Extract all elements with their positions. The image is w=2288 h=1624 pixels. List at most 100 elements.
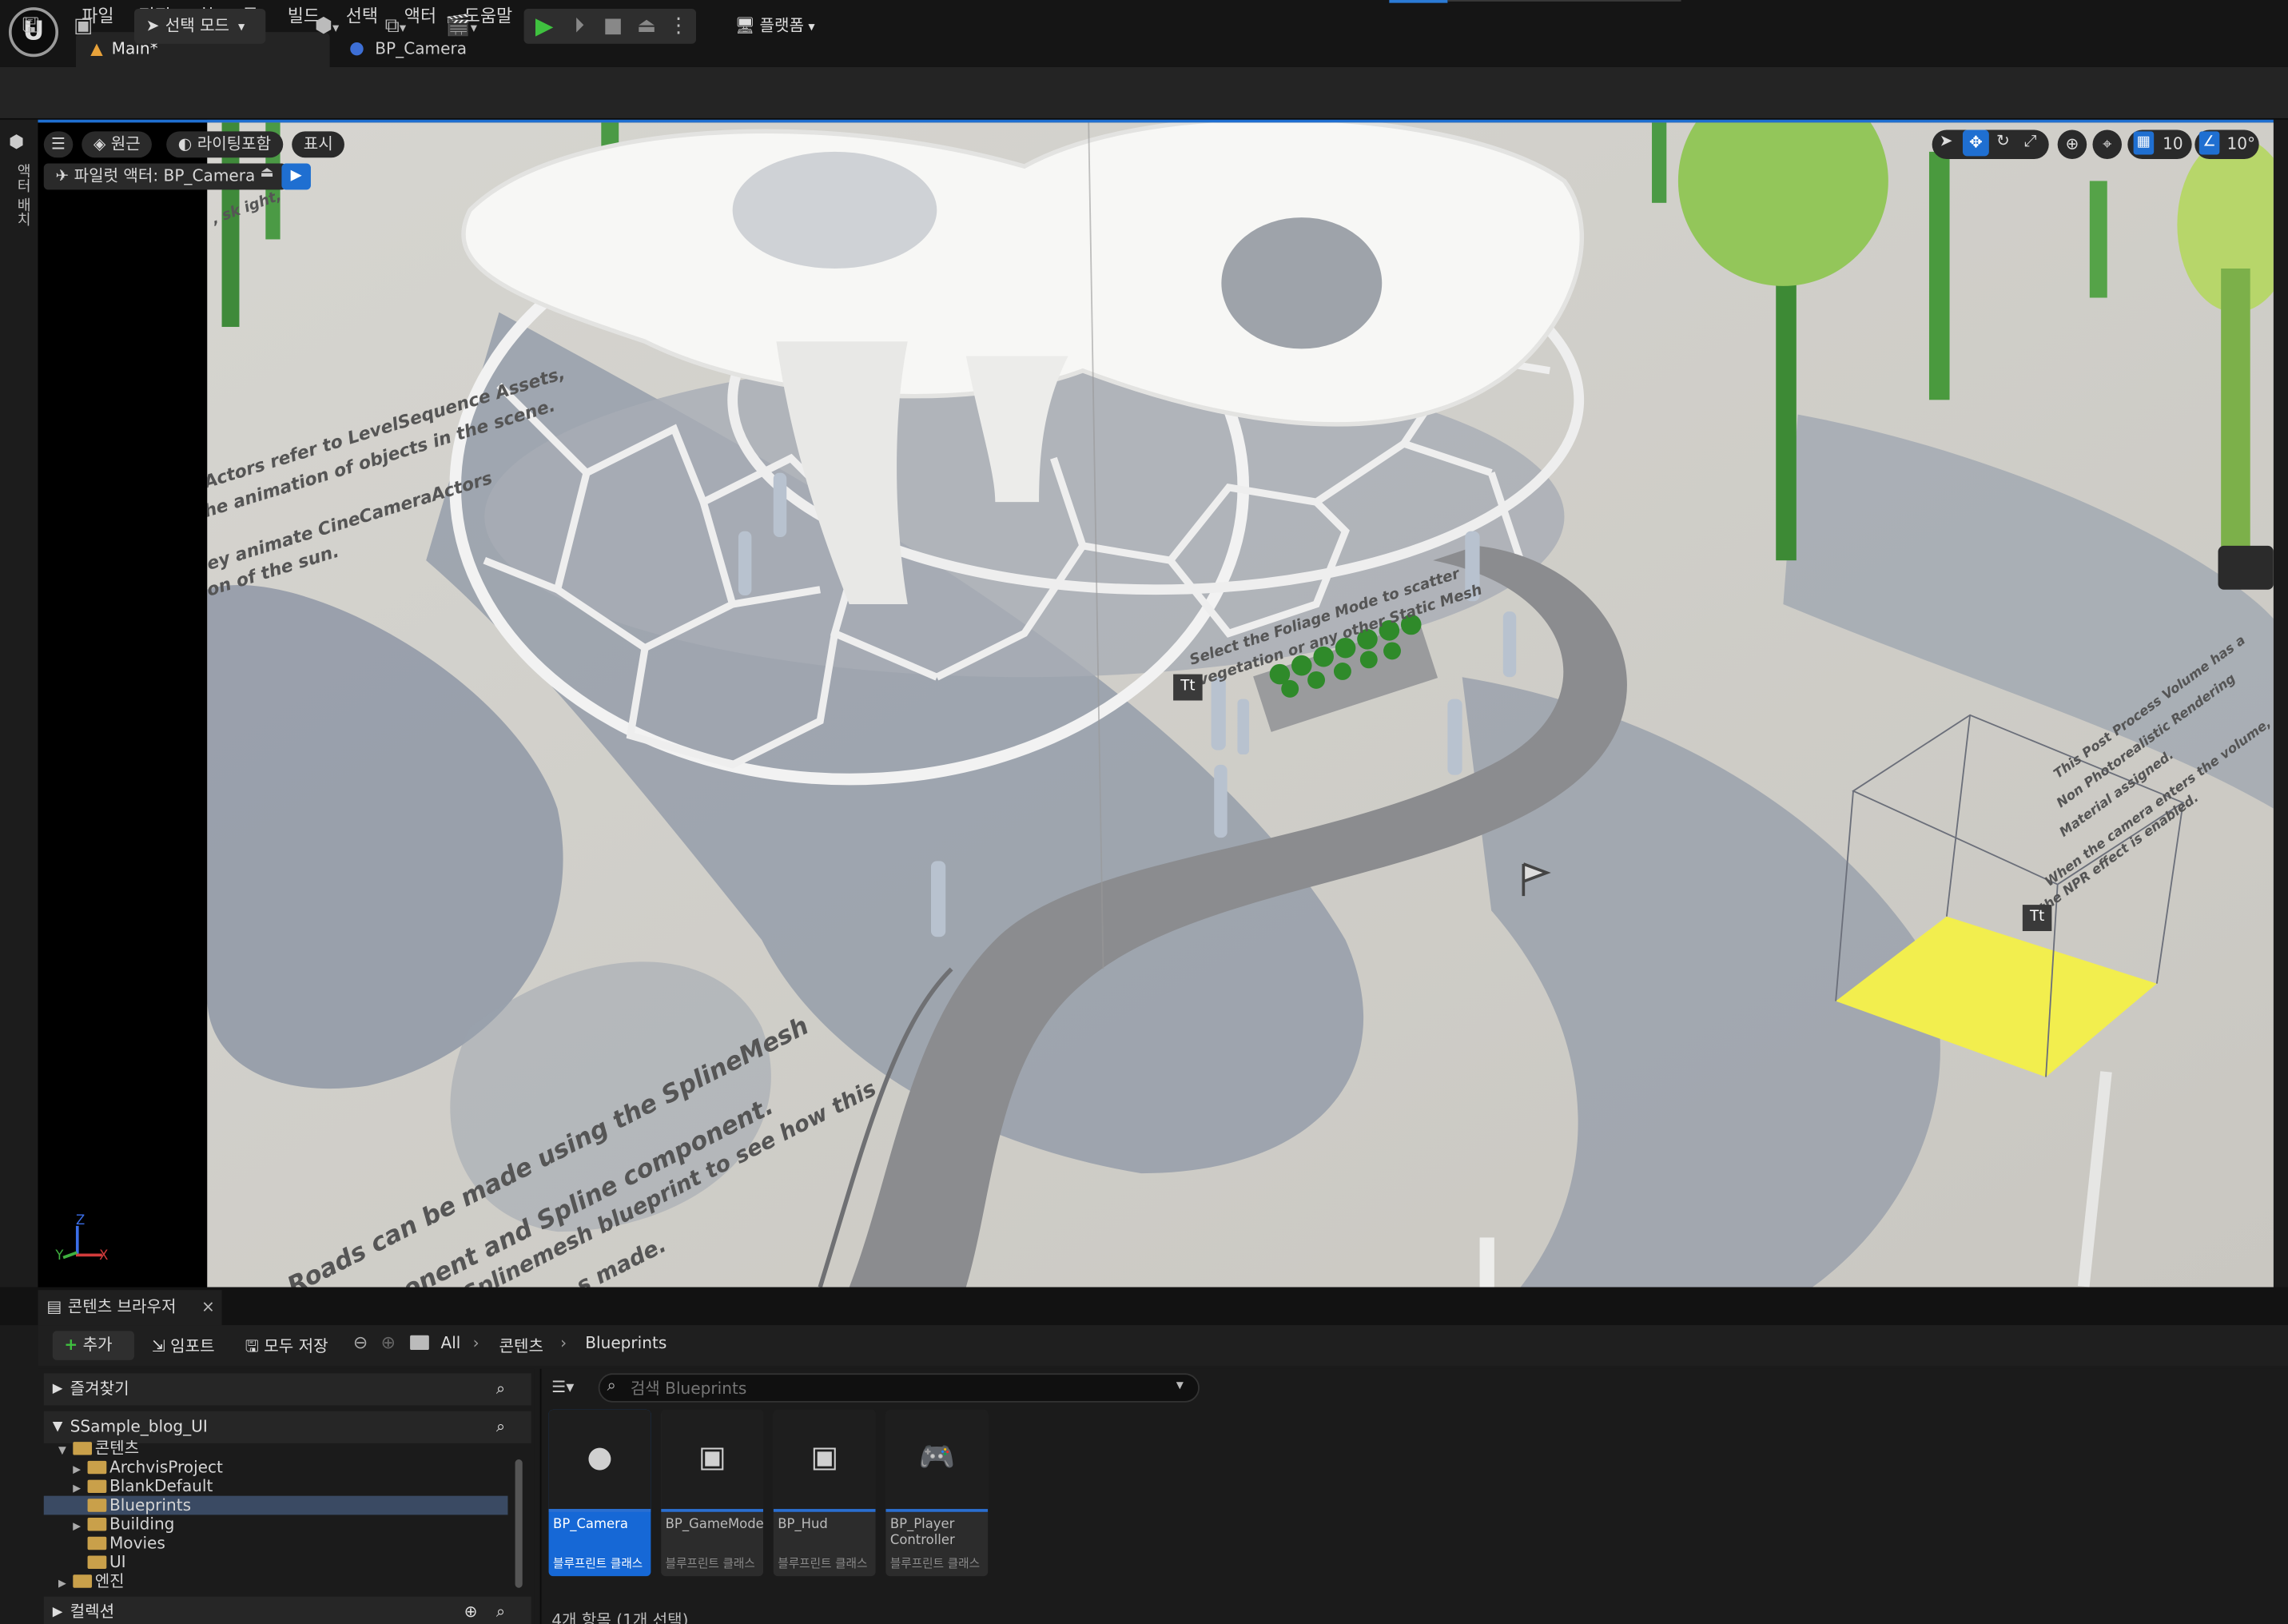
move-tool-icon[interactable]: ✥	[1962, 129, 1989, 157]
filter-icon[interactable]: ☰▾	[551, 1378, 574, 1397]
plus-icon: +	[64, 1335, 78, 1355]
asset-name: BP_GameMode	[665, 1518, 763, 1533]
save-all-icon: 🖫	[245, 1336, 265, 1356]
asset-tile[interactable]: ● BP_Camera 블루프린트 클래스	[548, 1409, 651, 1577]
surface-snap-icon[interactable]: ⌖	[2092, 129, 2123, 160]
y-axis-label: Y	[55, 1249, 64, 1264]
tree-folder[interactable]: ▶ BlankDefault	[44, 1477, 508, 1496]
expand-arrow-icon: ▶	[52, 1605, 63, 1620]
play-icon[interactable]: ▶	[528, 9, 560, 44]
add-collection-icon[interactable]: ⊕	[464, 1597, 478, 1624]
camera-sphere-icon: ●	[587, 1439, 613, 1475]
rotate-tool-icon[interactable]: ↻	[1996, 131, 2010, 150]
tree-folder[interactable]: UI	[44, 1553, 508, 1572]
viewport-right-edge	[2273, 119, 2288, 1288]
asset-tile[interactable]: ▣ BP_GameMode 블루프린트 클래스	[661, 1409, 763, 1577]
tree-folder[interactable]: ▼ 콘텐츠	[44, 1439, 508, 1458]
platform-icon: 🖥	[734, 16, 756, 35]
tree-folder-label: 콘텐츠	[94, 1439, 140, 1459]
breadcrumb-content[interactable]: 콘텐츠	[499, 1334, 543, 1357]
blueprint-menu-icon[interactable]: ⧉▾	[369, 9, 422, 44]
x-axis-label: X	[99, 1249, 109, 1264]
item-count-status: 4개 항목 (1개 선택)	[551, 1610, 689, 1624]
main-toolbar	[0, 66, 2288, 120]
asset-type: 블루프린트 클래스	[665, 1557, 755, 1570]
asset-name: BP_Hud	[778, 1518, 828, 1533]
cursor-icon: ➤	[145, 16, 160, 35]
forward-icon[interactable]: ⊕	[381, 1332, 396, 1353]
cinematics-icon[interactable]: 🎬▾	[435, 9, 487, 44]
level-viewport[interactable]: Actors refer to LevelSequence Assets, he…	[207, 122, 2274, 1288]
tree-folder[interactable]: ▶ ArchvisProject	[44, 1458, 508, 1477]
import-button[interactable]: ⇲ 임포트	[152, 1334, 215, 1357]
browse-icon[interactable]: ▣	[67, 9, 99, 44]
folder-icon	[87, 1536, 107, 1550]
text-render-icon[interactable]: Tt	[1173, 674, 1203, 701]
camera-preview-icon[interactable]: ▶	[281, 163, 311, 190]
grid-snap-icon: ▦	[2133, 131, 2155, 155]
search-icon[interactable]: ⌕	[496, 1373, 505, 1405]
hud-icon: ▣	[810, 1439, 838, 1475]
tree-folder[interactable]: ▶ Building	[44, 1515, 508, 1534]
back-icon[interactable]: ⊖	[353, 1332, 368, 1353]
rotation-snap-icon: ∠	[2198, 131, 2220, 155]
window-accent-bar	[1389, 0, 1448, 3]
lighting-button[interactable]: ◐ 라이팅포함	[166, 131, 283, 158]
tree-folder[interactable]: ▶ 엔진	[44, 1572, 508, 1591]
asset-tile[interactable]: 🎮 BP_Player Controller 블루프린트 클래스	[885, 1409, 989, 1577]
chevron-down-icon[interactable]: ▾	[1176, 1378, 1184, 1394]
tree-folder[interactable]: Blueprints	[43, 1495, 508, 1515]
folder-icon	[87, 1555, 107, 1569]
platform-dropdown[interactable]: 🖥 플랫폼 ▾	[724, 9, 826, 44]
step-icon[interactable]: ⏵	[563, 9, 595, 44]
selection-mode-dropdown[interactable]: ➤ 선택 모드 ▾	[133, 8, 266, 44]
eject-icon[interactable]: ⏏	[631, 9, 663, 44]
save-all-label: 모두 저장	[264, 1336, 328, 1356]
select-tool-icon[interactable]: ➤	[1940, 131, 1953, 150]
eject-pilot-icon[interactable]: ⏏	[257, 165, 277, 188]
tab-content-browser[interactable]: ▤ 콘텐츠 브라우저 ×	[38, 1290, 222, 1326]
save-icon[interactable]: 🖫	[14, 9, 46, 44]
window-divider	[1447, 0, 1681, 2]
stop-icon[interactable]: ■	[597, 9, 629, 44]
collections-header[interactable]: ▶ 컬렉션 ⊕ ⌕	[43, 1596, 531, 1624]
show-button[interactable]: 표시	[292, 131, 345, 158]
breadcrumb-all[interactable]: All	[440, 1334, 460, 1353]
breadcrumb-separator: ›	[560, 1333, 567, 1353]
world-space-icon[interactable]: ⊕	[2057, 129, 2087, 160]
game-mode-icon: ▣	[698, 1439, 726, 1475]
tree-folder[interactable]: Movies	[44, 1534, 508, 1553]
place-actors-tab[interactable]: 액터 배치	[10, 164, 32, 227]
expand-arrow-icon[interactable]: ▶	[58, 1574, 73, 1594]
search-icon[interactable]: ⌕	[496, 1597, 505, 1624]
asset-tile[interactable]: ▣ BP_Hud 블루프린트 클래스	[773, 1409, 876, 1577]
scale-tool-icon[interactable]: ⤢	[2024, 131, 2037, 152]
more-options-icon[interactable]: ⋮	[666, 9, 692, 44]
import-label: 임포트	[170, 1336, 215, 1356]
folder-icon	[87, 1479, 107, 1493]
text-render-icon[interactable]: Tt	[2022, 905, 2052, 931]
asset-type-bar	[885, 1509, 989, 1512]
folder-icon	[87, 1499, 107, 1512]
save-all-button[interactable]: 🖫 모두 저장	[245, 1334, 328, 1362]
search-icon: ⌕	[607, 1375, 616, 1395]
perspective-button[interactable]: ◈ 원근	[82, 131, 153, 158]
asset-type-bar	[773, 1509, 876, 1512]
asset-type: 블루프린트 클래스	[778, 1557, 868, 1570]
breadcrumb-blueprints[interactable]: Blueprints	[585, 1334, 667, 1353]
tree-scrollbar[interactable]	[515, 1459, 523, 1588]
search-input[interactable]	[630, 1375, 1171, 1400]
add-label: 추가	[82, 1335, 113, 1355]
place-actor-icon[interactable]: ⬢	[9, 131, 24, 152]
add-actor-icon[interactable]: ⬢▾	[300, 9, 353, 44]
grid-snap-value: 10	[2163, 133, 2183, 153]
favorites-header[interactable]: ▶ 즐겨찾기 ⌕	[43, 1373, 531, 1406]
axis-gizmo: Z Y X	[53, 1214, 111, 1272]
viewport-menu-icon[interactable]: ☰	[43, 131, 74, 158]
viewport-letterbox	[38, 119, 208, 1288]
close-icon[interactable]: ×	[201, 1290, 215, 1325]
chevron-down-icon: ▾	[238, 20, 245, 35]
tree-folder-label: ArchvisProject	[109, 1458, 223, 1477]
asset-name: BP_Player Controller	[889, 1518, 955, 1549]
add-button[interactable]: + 추가	[52, 1331, 134, 1360]
